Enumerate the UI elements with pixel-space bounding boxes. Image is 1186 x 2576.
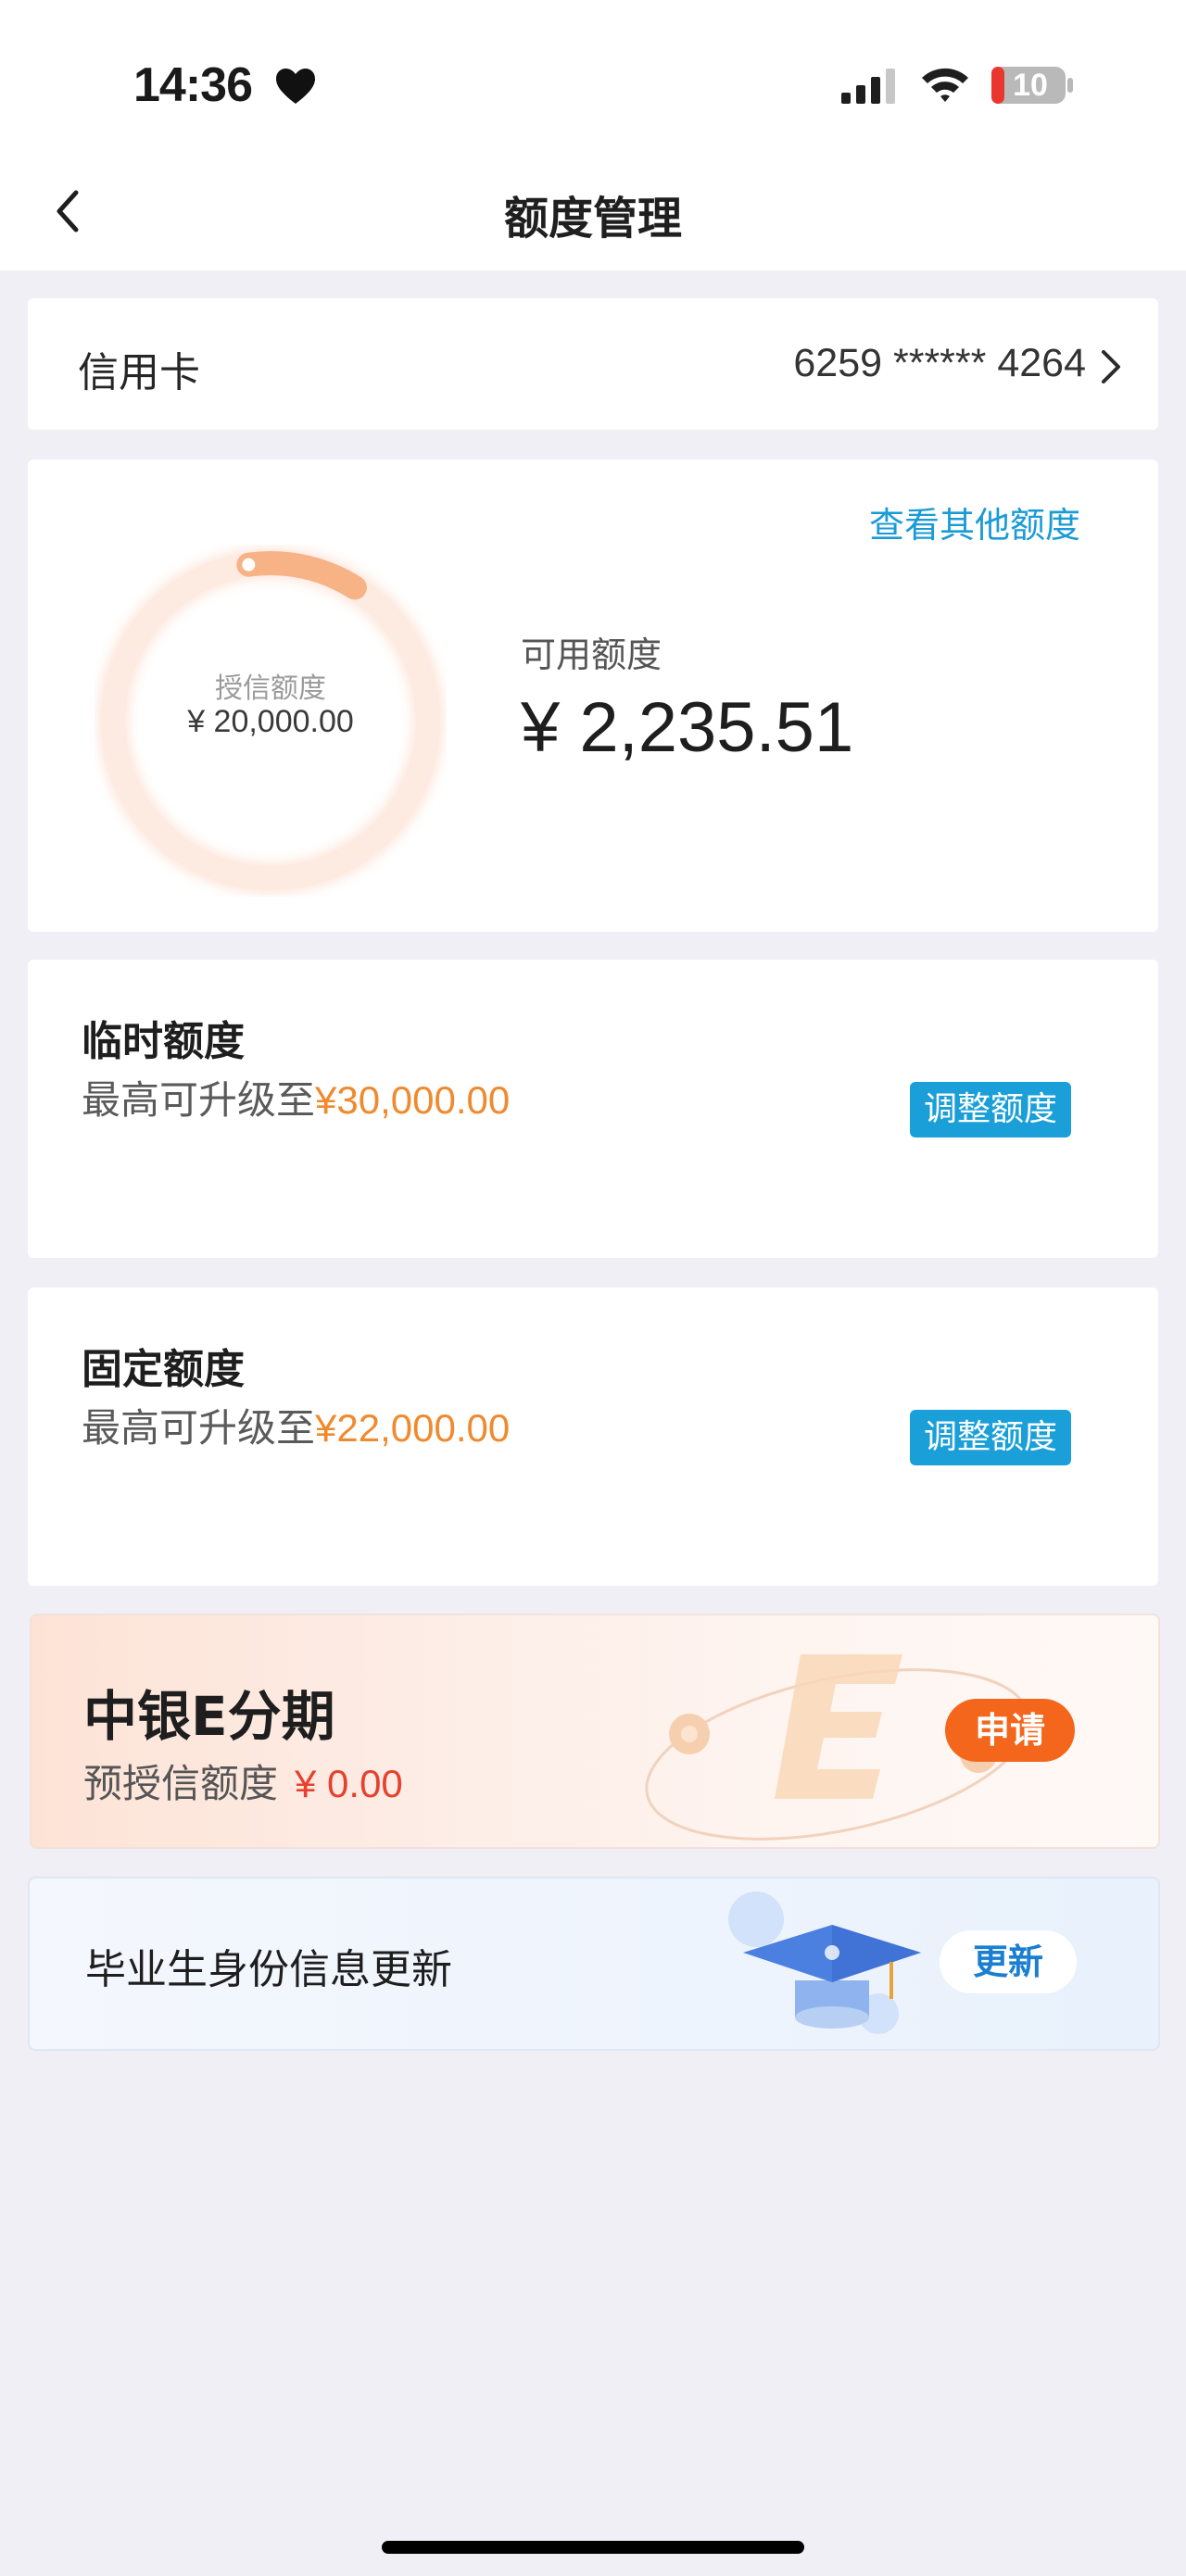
graduate-info-title: 毕业生身份信息更新: [85, 1946, 452, 1993]
e-installment-title: 中银E分期: [83, 1685, 335, 1748]
home-indicator[interactable]: [382, 2541, 804, 2554]
available-limit-label: 可用额度: [521, 635, 662, 675]
temporary-limit-desc: 最高可升级至¥30,000.00: [82, 1069, 510, 1125]
adjust-temporary-limit-button[interactable]: 调整额度: [910, 1082, 1071, 1137]
wifi-icon: [922, 68, 968, 102]
temporary-limit-max-amount: ¥30,000.00: [315, 1078, 511, 1122]
top-bar: 14:36 10 额度管理: [0, 0, 1186, 270]
credit-ring: 授信额度 ¥ 20,000.00: [95, 545, 447, 897]
credit-limit-value: ¥ 20,000.00: [187, 704, 354, 739]
battery-level: 10: [1013, 68, 1048, 103]
fixed-limit-max-amount: ¥22,000.00: [315, 1406, 511, 1450]
adjust-fixed-limit-button[interactable]: 调整额度: [910, 1410, 1071, 1465]
update-button[interactable]: 更新: [940, 1930, 1077, 1993]
limit-card: 查看其他额度 授信额度 ¥ 20,000.00 可用额度 ¥ 2,235.51: [28, 459, 1158, 932]
e-installment-banner[interactable]: 中银E分期 预授信额度 ¥ 0.00 申请: [30, 1614, 1160, 1849]
apply-button[interactable]: 申请: [945, 1699, 1075, 1762]
graduation-cap-icon: [728, 1891, 921, 2034]
card-type-label: 信用卡: [78, 349, 200, 396]
card-selector[interactable]: 信用卡 6259 ****** 4264: [28, 298, 1158, 430]
available-limit-value: ¥ 2,235.51: [521, 688, 854, 767]
signal-icon: [841, 69, 895, 104]
temporary-limit-card: 临时额度 最高可升级至¥30,000.00 调整额度: [28, 960, 1158, 1258]
temporary-limit-desc-prefix: 最高可升级至: [82, 1077, 316, 1123]
credit-limit-caption: 授信额度: [215, 672, 326, 705]
pre-credit-amount: ¥ 0.00: [295, 1762, 403, 1805]
fixed-limit-desc: 最高可升级至¥22,000.00: [82, 1397, 510, 1453]
view-other-limits-link[interactable]: 查看其他额度: [869, 496, 1080, 547]
ring-progress-dot: [242, 558, 256, 572]
chevron-right-icon: [1102, 350, 1120, 383]
heart-icon: [276, 69, 315, 104]
fixed-limit-desc-prefix: 最高可升级至: [82, 1405, 316, 1451]
fixed-limit-card: 固定额度 最高可升级至¥22,000.00 调整额度: [28, 1288, 1158, 1586]
temporary-limit-title: 临时额度: [82, 1018, 245, 1065]
graduate-info-banner[interactable]: 毕业生身份信息更新 更新: [28, 1877, 1160, 2051]
pre-credit-line: 预授信额度 ¥ 0.00: [83, 1753, 403, 1809]
card-number: 6259 ****** 4264: [793, 341, 1086, 385]
page-title: 额度管理: [503, 193, 682, 245]
pre-credit-label: 预授信额度: [83, 1761, 279, 1806]
status-time: 14:36: [133, 58, 253, 112]
fixed-limit-title: 固定额度: [82, 1346, 245, 1393]
